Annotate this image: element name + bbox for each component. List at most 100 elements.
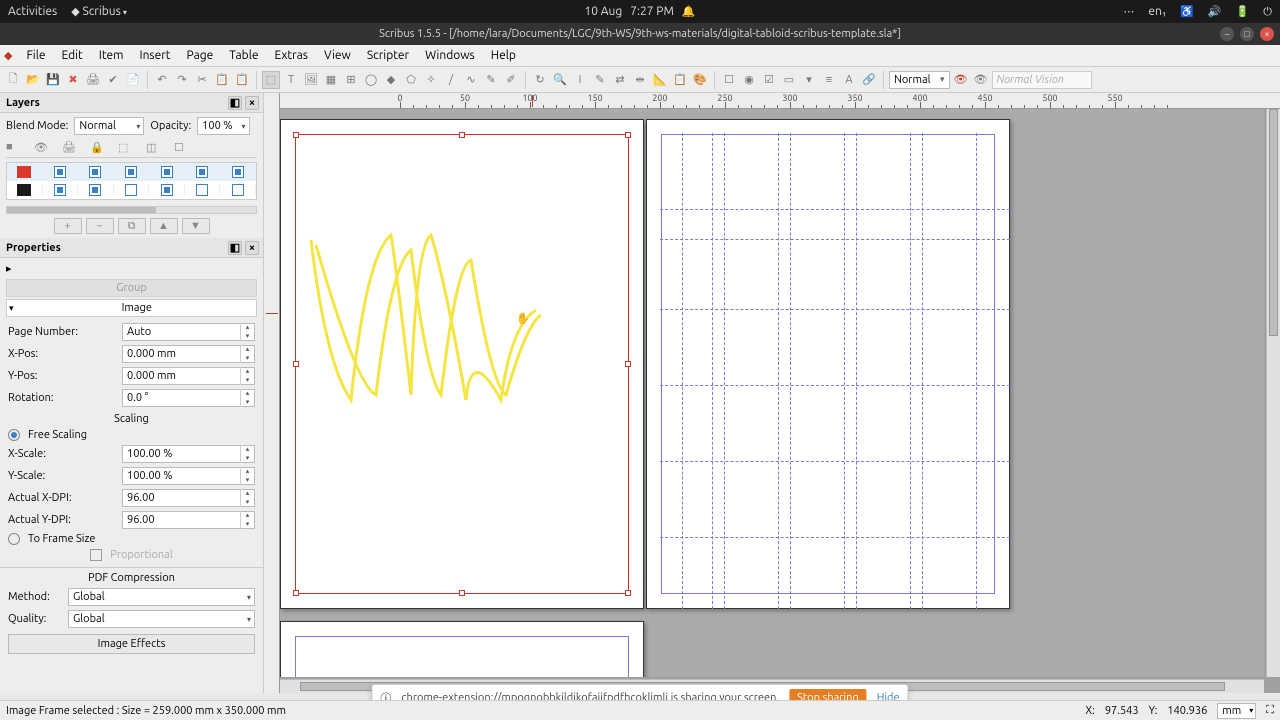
spiral-icon[interactable] bbox=[422, 71, 440, 89]
freehand-icon[interactable] bbox=[482, 71, 500, 89]
canvas-area[interactable]: 050100150200250300350400450500550 bbox=[264, 93, 1280, 693]
page[interactable] bbox=[646, 119, 1010, 609]
volume-icon[interactable] bbox=[1208, 5, 1222, 18]
zoom-icon[interactable] bbox=[551, 71, 569, 89]
unit-select[interactable]: mm bbox=[1217, 703, 1256, 719]
render-frame-icon[interactable] bbox=[322, 71, 340, 89]
redo-icon[interactable] bbox=[173, 71, 191, 89]
cut-icon[interactable] bbox=[193, 71, 211, 89]
layer-select-checkbox[interactable] bbox=[232, 184, 244, 196]
layer-row[interactable] bbox=[7, 163, 256, 181]
layer-flow-checkbox[interactable] bbox=[161, 166, 173, 178]
axdpi-field[interactable]: 96.00▴▾ bbox=[122, 489, 255, 507]
rotate-icon[interactable] bbox=[531, 71, 549, 89]
pdf-link-icon[interactable] bbox=[860, 71, 878, 89]
quality-select[interactable]: Global bbox=[68, 610, 255, 628]
menu-help[interactable]: Help bbox=[483, 47, 524, 64]
undo-icon[interactable] bbox=[153, 71, 171, 89]
copy-props-icon[interactable] bbox=[671, 71, 689, 89]
pdf-icon[interactable] bbox=[124, 71, 142, 89]
ypos-field[interactable]: 0.000 mm▴▾ bbox=[122, 367, 255, 385]
pdf-button-icon[interactable] bbox=[720, 71, 738, 89]
paste-icon[interactable] bbox=[233, 71, 251, 89]
bezier-icon[interactable] bbox=[462, 71, 480, 89]
menu-edit[interactable]: Edit bbox=[53, 47, 90, 64]
layers-list[interactable] bbox=[6, 162, 257, 200]
add-layer-button[interactable] bbox=[54, 218, 82, 234]
more-icon[interactable] bbox=[1123, 5, 1134, 18]
pdf-list-icon[interactable] bbox=[820, 71, 838, 89]
preflight-icon[interactable] bbox=[104, 71, 122, 89]
menu-page[interactable]: Page bbox=[179, 47, 222, 64]
close-doc-icon[interactable] bbox=[64, 71, 82, 89]
power-icon[interactable] bbox=[1263, 5, 1272, 19]
layer-lock-checkbox[interactable] bbox=[125, 166, 137, 178]
menu-file[interactable]: File bbox=[18, 47, 53, 64]
app-menu[interactable]: Scribus▾ bbox=[71, 5, 127, 18]
close-panel-icon[interactable] bbox=[245, 241, 259, 255]
close-panel-icon[interactable] bbox=[245, 96, 259, 110]
edit-content-icon[interactable] bbox=[571, 71, 589, 89]
layers-panel-header[interactable]: Layers bbox=[0, 93, 263, 113]
open-icon[interactable] bbox=[24, 71, 42, 89]
image-section-header[interactable]: ▾ Image bbox=[6, 299, 257, 317]
toggle-cms-icon[interactable] bbox=[952, 71, 970, 89]
menu-scripter[interactable]: Scripter bbox=[359, 47, 417, 64]
save-icon[interactable] bbox=[44, 71, 62, 89]
clock[interactable]: 10 Aug 7:27 PM bbox=[584, 5, 695, 18]
to-frame-radio[interactable] bbox=[8, 533, 20, 545]
print-icon[interactable] bbox=[84, 71, 102, 89]
properties-panel-header[interactable]: Properties bbox=[0, 238, 263, 258]
layer-up-button[interactable] bbox=[150, 218, 178, 234]
rotation-field[interactable]: 0.0 °▴▾ bbox=[122, 389, 255, 407]
menu-windows[interactable]: Windows bbox=[417, 47, 483, 64]
maximize-button[interactable]: □ bbox=[1240, 27, 1254, 41]
preview-icon[interactable] bbox=[972, 71, 990, 89]
menu-table[interactable]: Table bbox=[221, 47, 266, 64]
canvas-vscrollbar[interactable] bbox=[1266, 109, 1280, 677]
table-icon[interactable] bbox=[342, 71, 360, 89]
layer-outline-checkbox[interactable] bbox=[196, 184, 208, 196]
image-frame-selected[interactable] bbox=[295, 134, 629, 594]
eyedropper-icon[interactable] bbox=[691, 71, 709, 89]
layer-select-checkbox[interactable] bbox=[232, 166, 244, 178]
layer-outline-checkbox[interactable] bbox=[196, 166, 208, 178]
xscale-field[interactable]: 100.00 %▴▾ bbox=[122, 445, 255, 463]
aydpi-field[interactable]: 96.00▴▾ bbox=[122, 511, 255, 529]
menu-insert[interactable]: Insert bbox=[132, 47, 179, 64]
menu-item[interactable]: Item bbox=[91, 47, 132, 64]
image-frame-icon[interactable] bbox=[302, 71, 320, 89]
activities-button[interactable]: Activities bbox=[8, 5, 57, 18]
layer-lock-checkbox[interactable] bbox=[125, 184, 137, 196]
page-number-field[interactable]: Auto▴▾ bbox=[122, 323, 255, 341]
layers-hscroll[interactable] bbox=[6, 206, 257, 214]
polygon-icon[interactable] bbox=[382, 71, 400, 89]
line-icon[interactable] bbox=[442, 71, 460, 89]
opacity-spinner[interactable]: 100 % bbox=[197, 117, 249, 135]
pdf-radio-icon[interactable] bbox=[740, 71, 758, 89]
dup-layer-button[interactable] bbox=[118, 218, 146, 234]
a11y-icon[interactable] bbox=[1180, 5, 1194, 18]
text-frame-icon[interactable] bbox=[282, 71, 300, 89]
layer-visible-checkbox[interactable] bbox=[54, 166, 66, 178]
layer-down-button[interactable] bbox=[182, 218, 210, 234]
layer-flow-checkbox[interactable] bbox=[161, 184, 173, 196]
lang-indicator[interactable]: en₁ bbox=[1148, 5, 1166, 18]
minimize-button[interactable]: – bbox=[1220, 27, 1234, 41]
battery-icon[interactable] bbox=[1236, 5, 1250, 18]
new-icon[interactable] bbox=[4, 71, 22, 89]
measure-icon[interactable] bbox=[651, 71, 669, 89]
yscale-field[interactable]: 100.00 %▴▾ bbox=[122, 467, 255, 485]
layer-print-checkbox[interactable] bbox=[89, 184, 101, 196]
page[interactable] bbox=[280, 621, 644, 677]
story-editor-icon[interactable] bbox=[591, 71, 609, 89]
unlink-frames-icon[interactable] bbox=[631, 71, 649, 89]
blend-mode-select[interactable]: Normal bbox=[74, 117, 144, 135]
free-scaling-radio[interactable] bbox=[8, 429, 20, 441]
copy-icon[interactable] bbox=[213, 71, 231, 89]
shape-icon[interactable] bbox=[362, 71, 380, 89]
method-select[interactable]: Global bbox=[68, 588, 255, 606]
xpos-field[interactable]: 0.000 mm▴▾ bbox=[122, 345, 255, 363]
link-frames-icon[interactable] bbox=[611, 71, 629, 89]
undock-icon[interactable] bbox=[228, 241, 242, 255]
